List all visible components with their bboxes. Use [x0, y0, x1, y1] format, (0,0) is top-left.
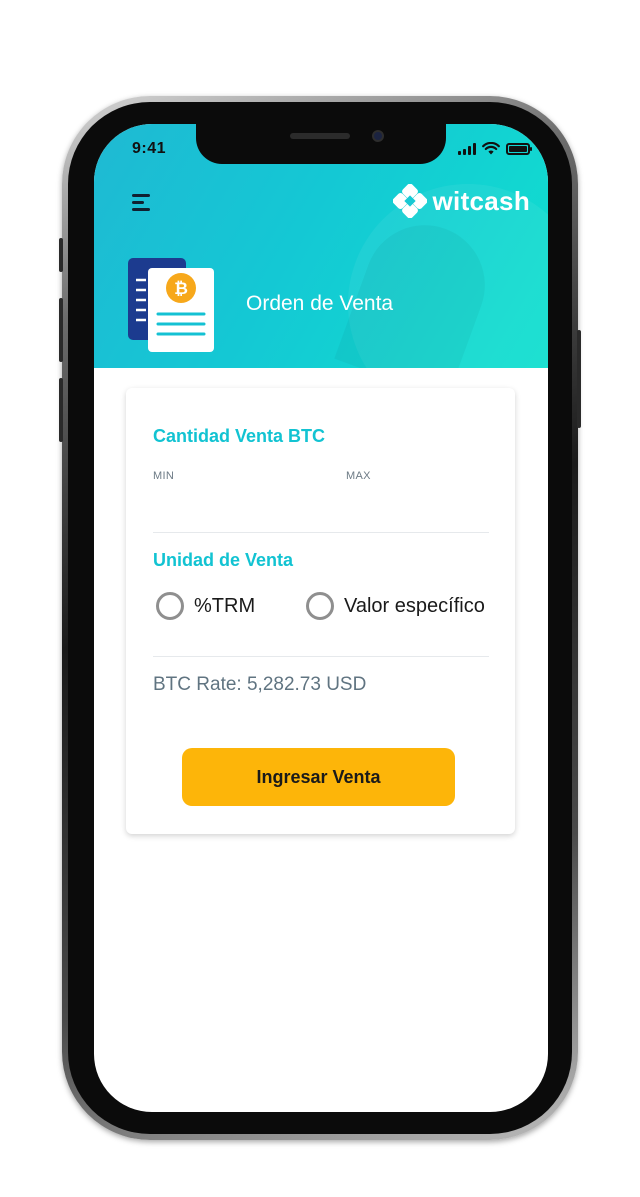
- sell-order-card: Cantidad Venta BTC MIN MAX Unidad de Ven…: [126, 388, 515, 834]
- quantity-section-title: Cantidad Venta BTC: [153, 426, 326, 446]
- radio-specific-value-circle[interactable]: [306, 592, 334, 620]
- hamburger-icon[interactable]: [132, 194, 154, 212]
- max-label: MAX: [346, 470, 371, 482]
- radio-specific-value-label: Valor específico: [344, 594, 485, 617]
- brand-logo: witcash: [392, 183, 530, 219]
- quantity-divider: [153, 532, 489, 533]
- svg-text:₿: ₿: [174, 279, 188, 298]
- radio-trm-label: %TRM: [194, 594, 256, 617]
- notch-speaker: [290, 133, 350, 139]
- volume-down-button: [59, 378, 63, 442]
- radio-specific-value[interactable]: Valor específico: [306, 592, 485, 620]
- signal-icon: [458, 142, 476, 155]
- unit-section-title: Unidad de Venta: [153, 550, 294, 570]
- submit-sale-button[interactable]: Ingresar Venta: [182, 748, 455, 806]
- min-label: MIN: [153, 470, 175, 482]
- app-screen: 9:41 witcash ₿ Orden de Venta Cantidad V…: [94, 124, 548, 1112]
- volume-up-button: [59, 298, 63, 362]
- battery-icon: [506, 142, 532, 155]
- bitcoin-document-icon: ₿: [128, 258, 218, 354]
- radio-trm-circle[interactable]: [156, 592, 184, 620]
- mute-switch: [59, 238, 63, 272]
- status-icons: [458, 142, 532, 155]
- witcash-logo-icon: [392, 183, 427, 219]
- front-camera: [372, 130, 384, 142]
- status-time: 9:41: [132, 140, 167, 157]
- unit-divider: [153, 656, 489, 657]
- device-notch: [196, 124, 446, 164]
- wifi-icon: [482, 142, 500, 155]
- radio-trm[interactable]: %TRM: [156, 592, 255, 620]
- power-button: [577, 330, 581, 428]
- btc-rate-text: BTC Rate: 5,282.73 USD: [153, 674, 367, 695]
- page-title: Orden de Venta: [246, 292, 394, 315]
- brand-name: witcash: [432, 185, 530, 216]
